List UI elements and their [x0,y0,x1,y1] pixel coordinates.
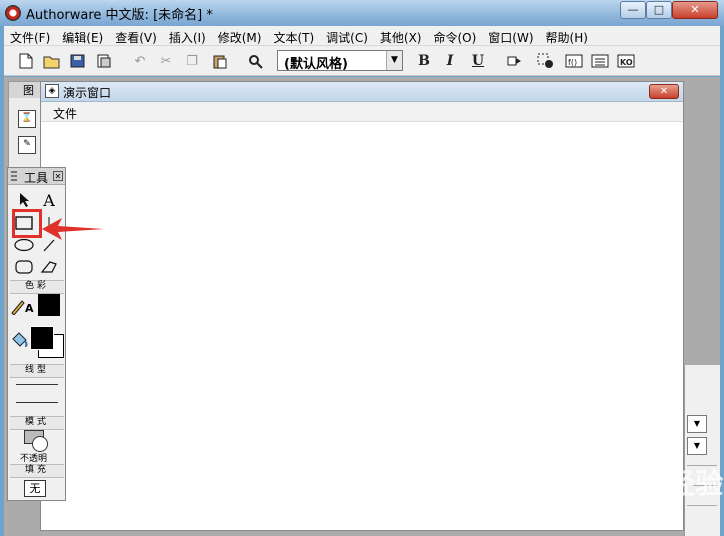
mode-section-label: 模式 [10,416,64,430]
menu-insert[interactable]: 插入(I) [163,26,212,45]
line-style-section-label: 线型 [10,364,64,378]
chevron-down-icon[interactable]: ▼ [386,51,402,70]
paste-icon[interactable] [210,51,230,71]
fill-color-swatch[interactable] [30,326,54,350]
style-select-value: (默认风格) [284,57,348,72]
line-style-option[interactable] [16,402,58,403]
menu-commands[interactable]: 命令(O) [427,26,482,45]
line-style-option[interactable] [16,384,58,385]
functions-icon[interactable]: f() [564,51,584,71]
presentation-menu-file[interactable]: 文件 [53,105,77,122]
close-button[interactable]: ✕ [672,1,718,19]
window-title: Authorware 中文版: [未命名] * [26,8,213,23]
authorware-app-icon[interactable] [5,5,21,21]
presentation-menu-bar: 文件 [41,102,683,122]
save-icon[interactable] [68,51,88,71]
text-tool-icon[interactable]: A [38,190,60,210]
variables-icon[interactable] [590,51,610,71]
chevron-down-icon[interactable]: ▼ [687,415,707,433]
menu-debug[interactable]: 调试(C) [320,26,374,45]
menu-edit[interactable]: 编辑(E) [56,26,109,45]
cut-icon[interactable]: ✂ [156,51,176,71]
display-icon[interactable]: ✎ [18,136,36,154]
copy-icon[interactable]: ❐ [182,51,202,71]
title-bar: Authorware 中文版: [未命名] * — □ ✕ [0,0,724,26]
presentation-window-icon: ◈ [45,84,59,98]
watermark-url: jingyan.baidu.com [560,500,653,511]
menu-text[interactable]: 文本(T) [267,26,320,45]
menu-file[interactable]: 文件(F) [4,26,56,45]
new-file-icon[interactable] [16,51,36,71]
fill-section-label: 填充 [10,464,64,478]
presentation-title-bar: ◈ 演示窗口 ✕ [41,82,683,102]
tools-palette-title-bar[interactable]: 工具 ✕ [8,168,65,185]
menu-view[interactable]: 查看(V) [109,26,163,45]
red-arrow-annotation-icon [42,218,104,240]
icon-palette: 图 ⌛ ✎ [8,81,44,181]
style-select[interactable]: (默认风格) ▼ [277,50,403,72]
mode-swatch-front[interactable] [32,436,48,452]
bold-button[interactable]: B [414,51,434,71]
mode-value: 不透明 [20,454,48,464]
tools-palette: 工具 ✕ A 色彩 A 线型 模式 不透明 填充 无 [7,167,104,501]
run-icon[interactable] [504,51,524,71]
control-panel-icon[interactable] [536,51,556,71]
menu-help[interactable]: 帮助(H) [540,26,594,45]
polygon-tool-icon[interactable] [38,257,60,277]
open-folder-icon[interactable] [42,51,62,71]
underline-button[interactable]: U [468,51,488,71]
foreground-color-swatch[interactable] [38,294,60,316]
rounded-rectangle-tool-icon[interactable] [13,257,35,277]
toolbar: ↶ ✂ ❐ (默认风格) ▼ B I U f() KO [4,46,720,76]
divider [687,505,717,506]
chevron-down-icon[interactable]: ▼ [687,437,707,455]
find-icon[interactable] [246,51,266,71]
tools-palette-title: 工具 [24,171,49,185]
color-section-label: 色彩 [10,280,64,294]
svg-text:A: A [25,302,34,315]
menu-other[interactable]: 其他(X) [374,26,428,45]
presentation-title: 演示窗口 [63,86,112,100]
pencil-text-color-icon[interactable]: A [10,296,36,316]
knowledge-objects-icon[interactable]: KO [616,51,636,71]
ellipse-tool-icon[interactable] [13,235,35,255]
presentation-close-button[interactable]: ✕ [649,84,679,99]
close-icon[interactable]: ✕ [53,171,63,181]
pointer-tool-icon[interactable] [13,190,35,210]
fill-bucket-icon[interactable] [10,330,30,350]
import-icon[interactable] [94,51,114,71]
grip-icon[interactable] [11,171,17,182]
calculation-icon[interactable]: ⌛ [18,110,36,128]
undo-icon[interactable]: ↶ [130,51,150,71]
menu-modify[interactable]: 修改(M) [212,26,268,45]
rectangle-tool-highlight [12,209,42,238]
watermark-logo: Bai du 经验 [558,467,724,500]
properties-panel-partial: ▼ ▼ [684,365,720,536]
svg-text:KO: KO [620,58,633,67]
svg-text:f(): f() [568,58,577,67]
menu-window[interactable]: 窗口(W) [482,26,539,45]
icon-palette-title: 图 [9,82,43,98]
maximize-button[interactable]: □ [646,1,672,19]
minimize-button[interactable]: — [620,1,646,19]
fill-value-button[interactable]: 无 [24,480,46,497]
menu-bar: 文件(F) 编辑(E) 查看(V) 插入(I) 修改(M) 文本(T) 调试(C… [4,26,720,46]
italic-button[interactable]: I [440,51,460,71]
